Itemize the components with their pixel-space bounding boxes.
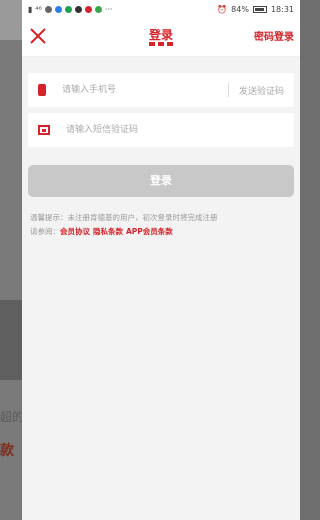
terms-prefix: 请参阅： xyxy=(30,227,60,236)
clock: 18:31 xyxy=(270,4,294,14)
terms-line: 请参阅：会员协议 隐私条款 APP会员条款 xyxy=(30,225,292,239)
sms-code-input[interactable] xyxy=(64,124,284,136)
status-right: ⏰ 84% 18:31 xyxy=(217,5,294,14)
message-icon xyxy=(38,125,50,135)
privacy-terms-link[interactable]: 隐私条款 xyxy=(93,227,123,236)
alarm-icon: ⏰ xyxy=(217,4,228,14)
member-agreement-link[interactable]: 会员协议 xyxy=(60,227,90,236)
background-text: 款 xyxy=(0,443,14,459)
wifi-icon xyxy=(44,5,52,13)
phone-field-row: 发送验证码 xyxy=(28,73,294,107)
phone-input[interactable] xyxy=(60,84,218,96)
login-button[interactable]: 登录 xyxy=(28,165,294,197)
send-code-button[interactable]: 发送验证码 xyxy=(239,84,284,97)
background-text: 超的 xyxy=(0,410,22,424)
app-icon xyxy=(64,5,72,13)
status-icons: ▮ ⁴⁶ ··· xyxy=(28,5,112,14)
app-icon xyxy=(74,5,82,13)
title-underline xyxy=(149,42,173,46)
password-login-link[interactable]: 密码登录 xyxy=(254,28,294,43)
login-sheet: ▮ ⁴⁶ ··· ⏰ 84% 18:31 登录 密码登录 请输入手机号 发送验证… xyxy=(22,0,300,520)
battery-icon xyxy=(252,5,267,13)
battery-percent: 84% xyxy=(231,4,249,14)
phone-icon xyxy=(38,84,46,96)
background-page-block xyxy=(0,300,22,380)
network-label: ⁴⁶ xyxy=(35,4,42,14)
background-page-top xyxy=(0,0,22,40)
signal-icon: ▮ xyxy=(28,4,33,14)
tip-section: 温馨提示：未注册肯德基的用户，初次登录时将完成注册 请参阅：会员协议 隐私条款 AP… xyxy=(30,211,292,239)
app-icon xyxy=(84,5,92,13)
app-icon xyxy=(54,5,62,13)
header: 登录 密码登录 xyxy=(22,18,300,57)
more-icon: ··· xyxy=(104,4,113,14)
registration-tip: 温馨提示：未注册肯德基的用户，初次登录时将完成注册 xyxy=(30,213,218,222)
sms-field-row xyxy=(28,113,294,147)
status-bar: ▮ ⁴⁶ ··· ⏰ 84% 18:31 xyxy=(22,0,300,18)
divider xyxy=(227,83,229,97)
app-icon xyxy=(94,5,102,13)
app-member-terms-link[interactable]: APP会员条款 xyxy=(126,227,173,236)
